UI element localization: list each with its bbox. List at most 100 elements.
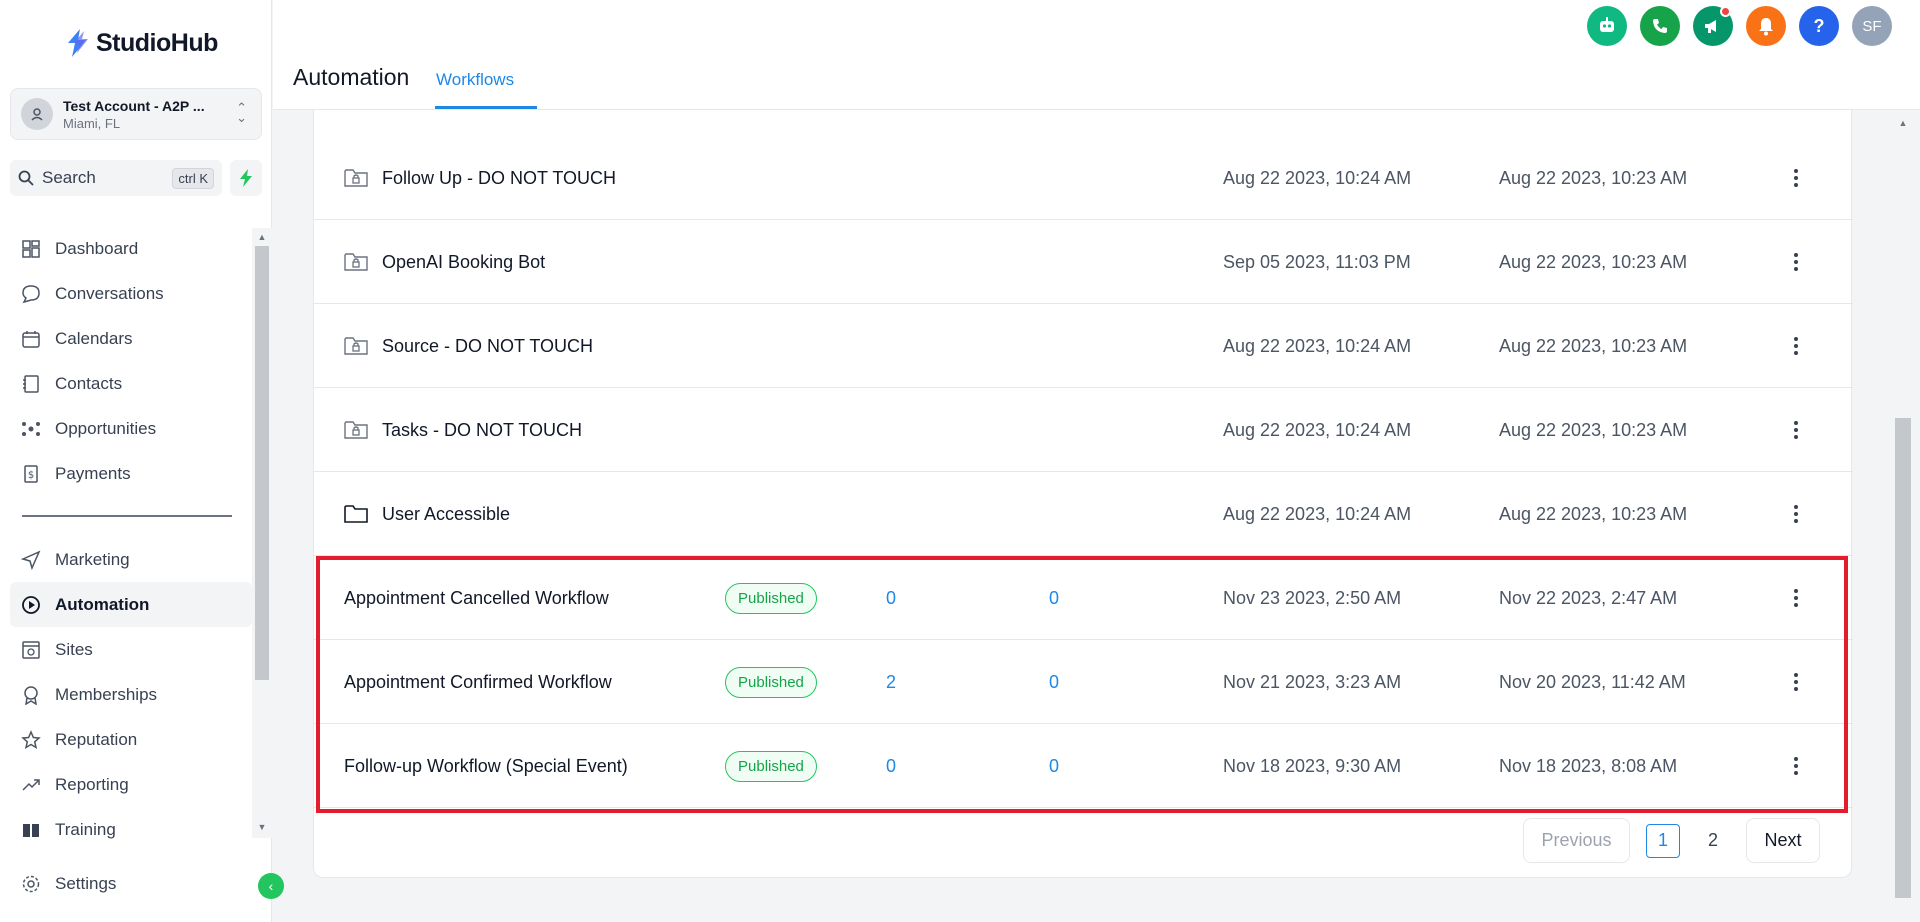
- location-icon: [21, 98, 53, 130]
- sidebar-item-dashboard[interactable]: Dashboard: [10, 226, 252, 271]
- workflow-row[interactable]: Appointment Confirmed Workflow Published 2…: [314, 640, 1853, 724]
- row-name[interactable]: Appointment Confirmed Workflow: [344, 640, 612, 724]
- sidebar-item-automation[interactable]: Automation: [10, 582, 252, 627]
- sidebar-item-sites[interactable]: Sites: [10, 627, 252, 672]
- active-enrolled-link[interactable]: 0: [1049, 640, 1059, 724]
- row-name[interactable]: OpenAI Booking Bot: [344, 220, 545, 304]
- folder-row[interactable]: Source - DO NOT TOUCH Aug 22 2023, 10:24 …: [314, 304, 1853, 388]
- page-2-button[interactable]: 2: [1696, 824, 1730, 858]
- search-label: Search: [42, 168, 96, 187]
- row-name[interactable]: Follow Up - DO NOT TOUCH: [344, 136, 616, 220]
- row-name[interactable]: Source - DO NOT TOUCH: [344, 304, 593, 388]
- chat-icon: [20, 283, 42, 305]
- search-input[interactable]: Search ctrl K: [10, 160, 222, 196]
- row-actions-button[interactable]: [1784, 304, 1808, 388]
- status-badge-label: Published: [725, 582, 817, 614]
- help-button[interactable]: ?: [1799, 6, 1839, 46]
- row-actions-button[interactable]: [1784, 556, 1808, 640]
- header-actions: ? SF: [1587, 6, 1892, 46]
- total-enrolled-link[interactable]: 0: [886, 556, 896, 640]
- sidebar-item-memberships[interactable]: Memberships: [10, 672, 252, 717]
- row-actions-button[interactable]: [1784, 136, 1808, 220]
- row-actions-button[interactable]: [1784, 388, 1808, 472]
- workflow-row[interactable]: Follow-up Workflow (Special Event) Publis…: [314, 724, 1853, 808]
- kebab-icon: [1794, 337, 1798, 355]
- dashboard-icon: [20, 238, 42, 260]
- sidebar-item-label: Reporting: [55, 774, 129, 794]
- row-actions-button[interactable]: [1784, 220, 1808, 304]
- folder-row[interactable]: Tasks - DO NOT TOUCH Aug 22 2023, 10:24 A…: [314, 388, 1853, 472]
- sidebar-item-calendars[interactable]: Calendars: [10, 316, 252, 361]
- quick-actions-button[interactable]: [230, 160, 262, 196]
- sidebar-item-settings[interactable]: Settings: [10, 861, 252, 906]
- previous-page-button[interactable]: Previous: [1523, 818, 1630, 863]
- sidebar-scroll-thumb[interactable]: [255, 246, 269, 680]
- workflows-table: Previous 1 2 Next Follow Up - DO NOT TOU…: [313, 110, 1853, 878]
- automation-icon: [20, 594, 42, 616]
- contacts-icon: [20, 373, 42, 395]
- total-enrolled-link[interactable]: 0: [886, 724, 896, 808]
- folder-row[interactable]: Follow Up - DO NOT TOUCH Aug 22 2023, 10:…: [314, 136, 1853, 220]
- phone-button[interactable]: [1640, 6, 1680, 46]
- page-1-button[interactable]: 1: [1646, 823, 1680, 858]
- next-page-button[interactable]: Next: [1746, 818, 1820, 863]
- folder-row[interactable]: OpenAI Booking Bot Sep 05 2023, 11:03 PM A…: [314, 220, 1853, 304]
- search-shortcut: ctrl K: [172, 167, 214, 189]
- nav-primary: Dashboard Conversations Calendars Contacts O…: [10, 226, 252, 496]
- sidebar-item-contacts[interactable]: Contacts: [10, 361, 252, 406]
- status-badge: Published: [725, 724, 817, 808]
- announcements-button[interactable]: [1693, 6, 1733, 46]
- last-updated: Aug 22 2023, 10:24 AM: [1223, 335, 1412, 356]
- account-name: Test Account - A2P ...: [63, 97, 205, 114]
- sidebar-item-training[interactable]: Training: [10, 807, 252, 852]
- row-name[interactable]: User Accessible: [344, 472, 510, 556]
- created-on: Nov 18 2023, 8:08 AM: [1499, 755, 1678, 776]
- sidebar-item-reporting[interactable]: Reporting: [10, 762, 252, 807]
- gear-icon: [20, 873, 42, 895]
- row-name[interactable]: Appointment Cancelled Workflow: [344, 556, 609, 640]
- logo[interactable]: StudioHub: [64, 26, 218, 60]
- kebab-icon: [1794, 757, 1798, 775]
- created-on: Aug 22 2023, 10:23 AM: [1499, 251, 1688, 272]
- user-avatar[interactable]: SF: [1852, 6, 1892, 46]
- row-actions-button[interactable]: [1784, 640, 1808, 724]
- sidebar-item-reputation[interactable]: Reputation: [10, 717, 252, 762]
- active-enrolled-link[interactable]: 0: [1049, 724, 1059, 808]
- workflow-row[interactable]: Appointment Cancelled Workflow Published 0…: [314, 556, 1853, 640]
- nav-settings: Settings: [10, 861, 252, 906]
- page-title: Automation: [293, 64, 410, 90]
- sidebar-item-conversations[interactable]: Conversations: [10, 271, 252, 316]
- sidebar-item-label: Training: [55, 819, 116, 839]
- scroll-down-icon[interactable]: ▼: [255, 820, 269, 834]
- main-scroll-up-icon[interactable]: ▲: [1896, 116, 1910, 130]
- scroll-up-icon[interactable]: ▲: [255, 230, 269, 244]
- row-name[interactable]: Follow-up Workflow (Special Event): [344, 724, 628, 808]
- kebab-icon: [1794, 589, 1798, 607]
- created-on: Aug 22 2023, 10:23 AM: [1499, 167, 1688, 188]
- send-icon: [20, 549, 42, 571]
- row-name[interactable]: Tasks - DO NOT TOUCH: [344, 388, 582, 472]
- last-updated: Sep 05 2023, 11:03 PM: [1223, 251, 1411, 272]
- sidebar-item-opportunities[interactable]: Opportunities: [10, 406, 252, 451]
- notifications-button[interactable]: [1746, 6, 1786, 46]
- row-actions-button[interactable]: [1784, 472, 1808, 556]
- notification-dot: [1720, 6, 1731, 17]
- kebab-icon: [1794, 421, 1798, 439]
- ai-bot-button[interactable]: [1587, 6, 1627, 46]
- row-name-text: User Accessible: [382, 503, 511, 524]
- collapse-sidebar-button[interactable]: ‹: [258, 873, 284, 899]
- star-icon: [20, 729, 42, 751]
- account-location: Miami, FL: [63, 115, 121, 131]
- account-switcher[interactable]: Test Account - A2P ... Miami, FL ⌃ ⌄: [10, 88, 262, 140]
- folder-row[interactable]: User Accessible Aug 22 2023, 10:24 AM Aug …: [314, 472, 1853, 556]
- total-enrolled-link[interactable]: 2: [886, 640, 896, 724]
- sidebar-item-payments[interactable]: $ Payments: [10, 451, 252, 496]
- tab-workflows[interactable]: Workflows: [436, 70, 514, 90]
- tab-active-indicator: [435, 106, 537, 109]
- robot-icon: [1600, 17, 1614, 32]
- sidebar-item-marketing[interactable]: Marketing: [10, 537, 252, 582]
- main-scroll-thumb[interactable]: [1895, 418, 1911, 898]
- kebab-icon: [1794, 169, 1798, 187]
- active-enrolled-link[interactable]: 0: [1049, 556, 1059, 640]
- row-actions-button[interactable]: [1784, 724, 1808, 808]
